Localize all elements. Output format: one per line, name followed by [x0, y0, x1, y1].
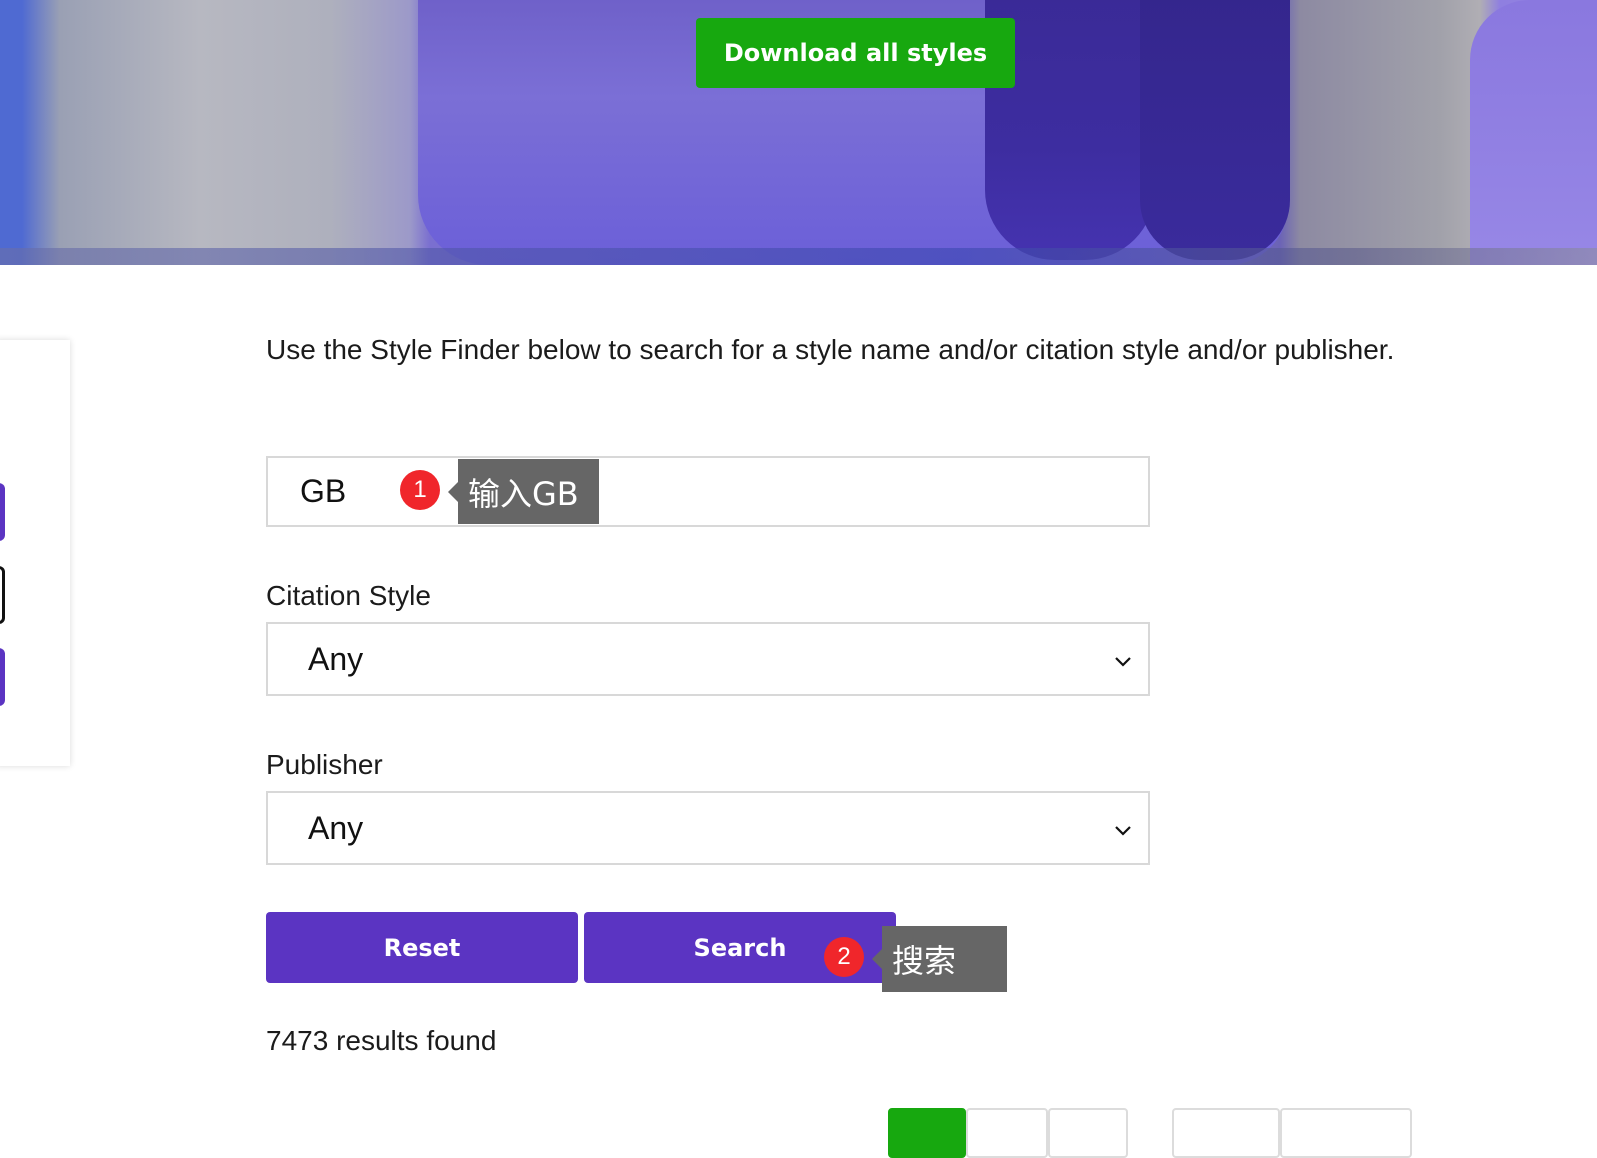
citation-style-label: Citation Style — [266, 580, 431, 611]
reset-button[interactable]: Reset — [266, 912, 578, 983]
hero-decoration — [1470, 0, 1597, 265]
annotation-tooltip: 搜索 — [872, 926, 1007, 992]
pagination-page-button[interactable] — [966, 1108, 1048, 1158]
annotation-badge: 2 — [824, 937, 864, 977]
publisher-select[interactable]: Any — [266, 791, 1150, 865]
publisher-label: Publisher — [266, 749, 383, 780]
hero-decoration — [1140, 0, 1290, 260]
citation-style-select[interactable]: Any — [266, 622, 1150, 696]
chevron-down-icon — [1115, 657, 1131, 667]
side-panel-button[interactable] — [0, 483, 5, 541]
annotation-tooltip: 输入GB — [448, 459, 599, 524]
hero-banner: Download all styles — [0, 0, 1597, 265]
side-panel-button[interactable] — [0, 648, 5, 706]
pagination-nav-button[interactable] — [1280, 1108, 1412, 1158]
side-panel — [0, 340, 70, 766]
results-count: 7473 results found — [266, 1025, 497, 1056]
intro-text: Use the Style Finder below to search for… — [266, 334, 1395, 365]
publisher-value: Any — [308, 809, 364, 846]
side-panel-button[interactable] — [0, 566, 5, 624]
download-all-styles-button[interactable]: Download all styles — [696, 18, 1015, 88]
pagination-page-button[interactable] — [888, 1108, 966, 1158]
citation-style-value: Any — [308, 640, 364, 677]
hero-decoration — [0, 248, 1597, 265]
pagination-nav-button[interactable] — [1172, 1108, 1280, 1158]
chevron-down-icon — [1115, 826, 1131, 836]
pagination-page-button[interactable] — [1048, 1108, 1128, 1158]
style-name-input[interactable] — [266, 456, 1150, 527]
annotation-badge: 1 — [400, 470, 440, 510]
